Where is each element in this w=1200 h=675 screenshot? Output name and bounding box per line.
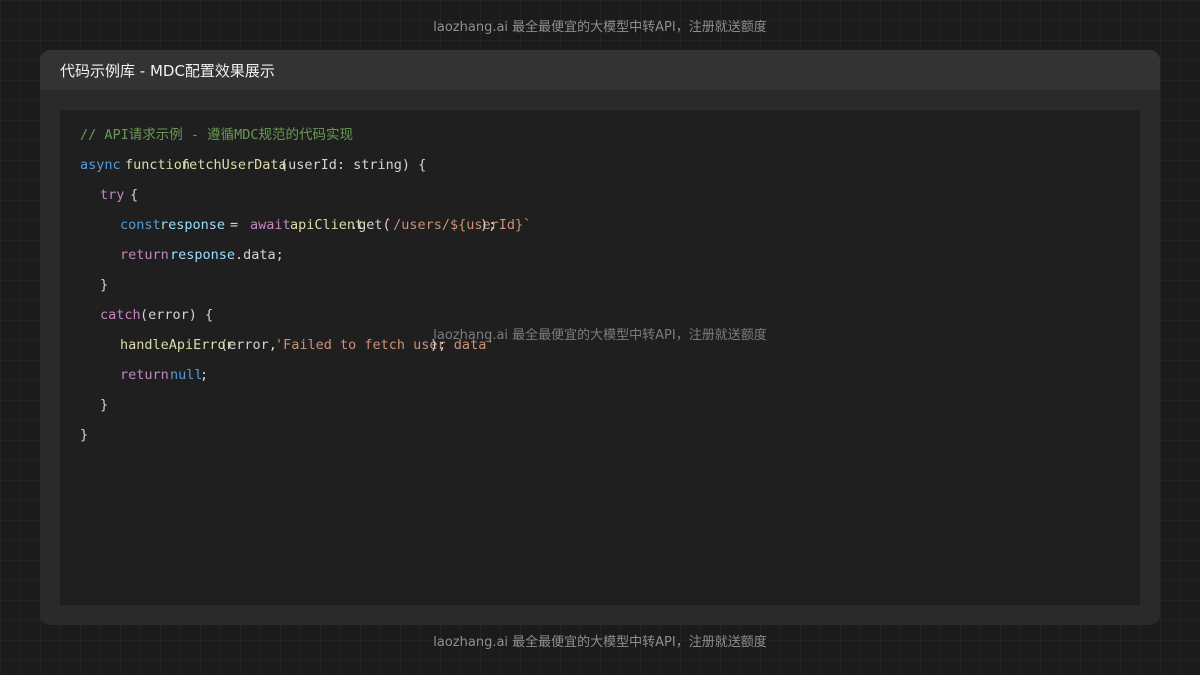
keyword-return: return xyxy=(120,367,169,383)
code-comment: // API请求示例 - 遵循MDC规范的代码实现 xyxy=(80,127,354,143)
operator-assign: = xyxy=(230,217,239,233)
code-line-7: catch (error) { xyxy=(100,305,213,325)
keyword-const: const xyxy=(120,217,161,233)
function-params: (userId: string) { xyxy=(280,157,427,173)
panel-title: 代码示例库 - MDC配置效果展示 xyxy=(60,61,275,80)
variable-response: response xyxy=(170,247,236,263)
keyword-null: null xyxy=(170,367,203,383)
keyword-try: try xyxy=(100,187,125,203)
watermark-bottom: laozhang.ai 最全最便宜的大模型中转API，注册就送额度 xyxy=(433,635,767,650)
function-name: fetchUserData xyxy=(181,157,287,173)
call-end: ); xyxy=(480,217,497,233)
code-line-11: } xyxy=(80,425,129,445)
code-line-3: try { xyxy=(100,185,149,205)
property-access: .data; xyxy=(235,247,284,263)
code-line-9: return null ; xyxy=(120,365,208,385)
code-line-10: } xyxy=(100,395,149,415)
variable-response: response xyxy=(160,217,226,233)
code-line-6: } xyxy=(100,275,149,295)
watermark-middle: laozhang.ai 最全最便宜的大模型中转API，注册就送额度 xyxy=(433,328,767,343)
keyword-return: return xyxy=(120,247,169,263)
keyword-async: async xyxy=(80,157,121,173)
brace: } xyxy=(100,277,109,293)
semicolon: ; xyxy=(200,367,209,383)
panel-header: 代码示例库 - MDC配置效果展示 xyxy=(40,50,1160,90)
watermark-top: laozhang.ai 最全最便宜的大模型中转API，注册就送额度 xyxy=(433,20,767,35)
code-line-1: // API请求示例 - 遵循MDC规范的代码实现 xyxy=(80,125,353,145)
code-line-2: async function fetchUserData (userId: st… xyxy=(80,155,426,175)
brace: { xyxy=(130,187,139,203)
keyword-await: await xyxy=(250,217,291,233)
code-block[interactable]: // API请求示例 - 遵循MDC规范的代码实现 async function… xyxy=(60,110,1140,605)
keyword-catch: catch xyxy=(100,307,141,323)
catch-params: (error) { xyxy=(140,307,214,323)
code-line-4: const response = await apiClient .get( `… xyxy=(120,215,531,235)
string-template: `/users/${userId}` xyxy=(385,217,532,233)
brace: } xyxy=(100,397,109,413)
brace: } xyxy=(80,427,89,443)
code-line-5: return response .data; xyxy=(120,245,284,265)
